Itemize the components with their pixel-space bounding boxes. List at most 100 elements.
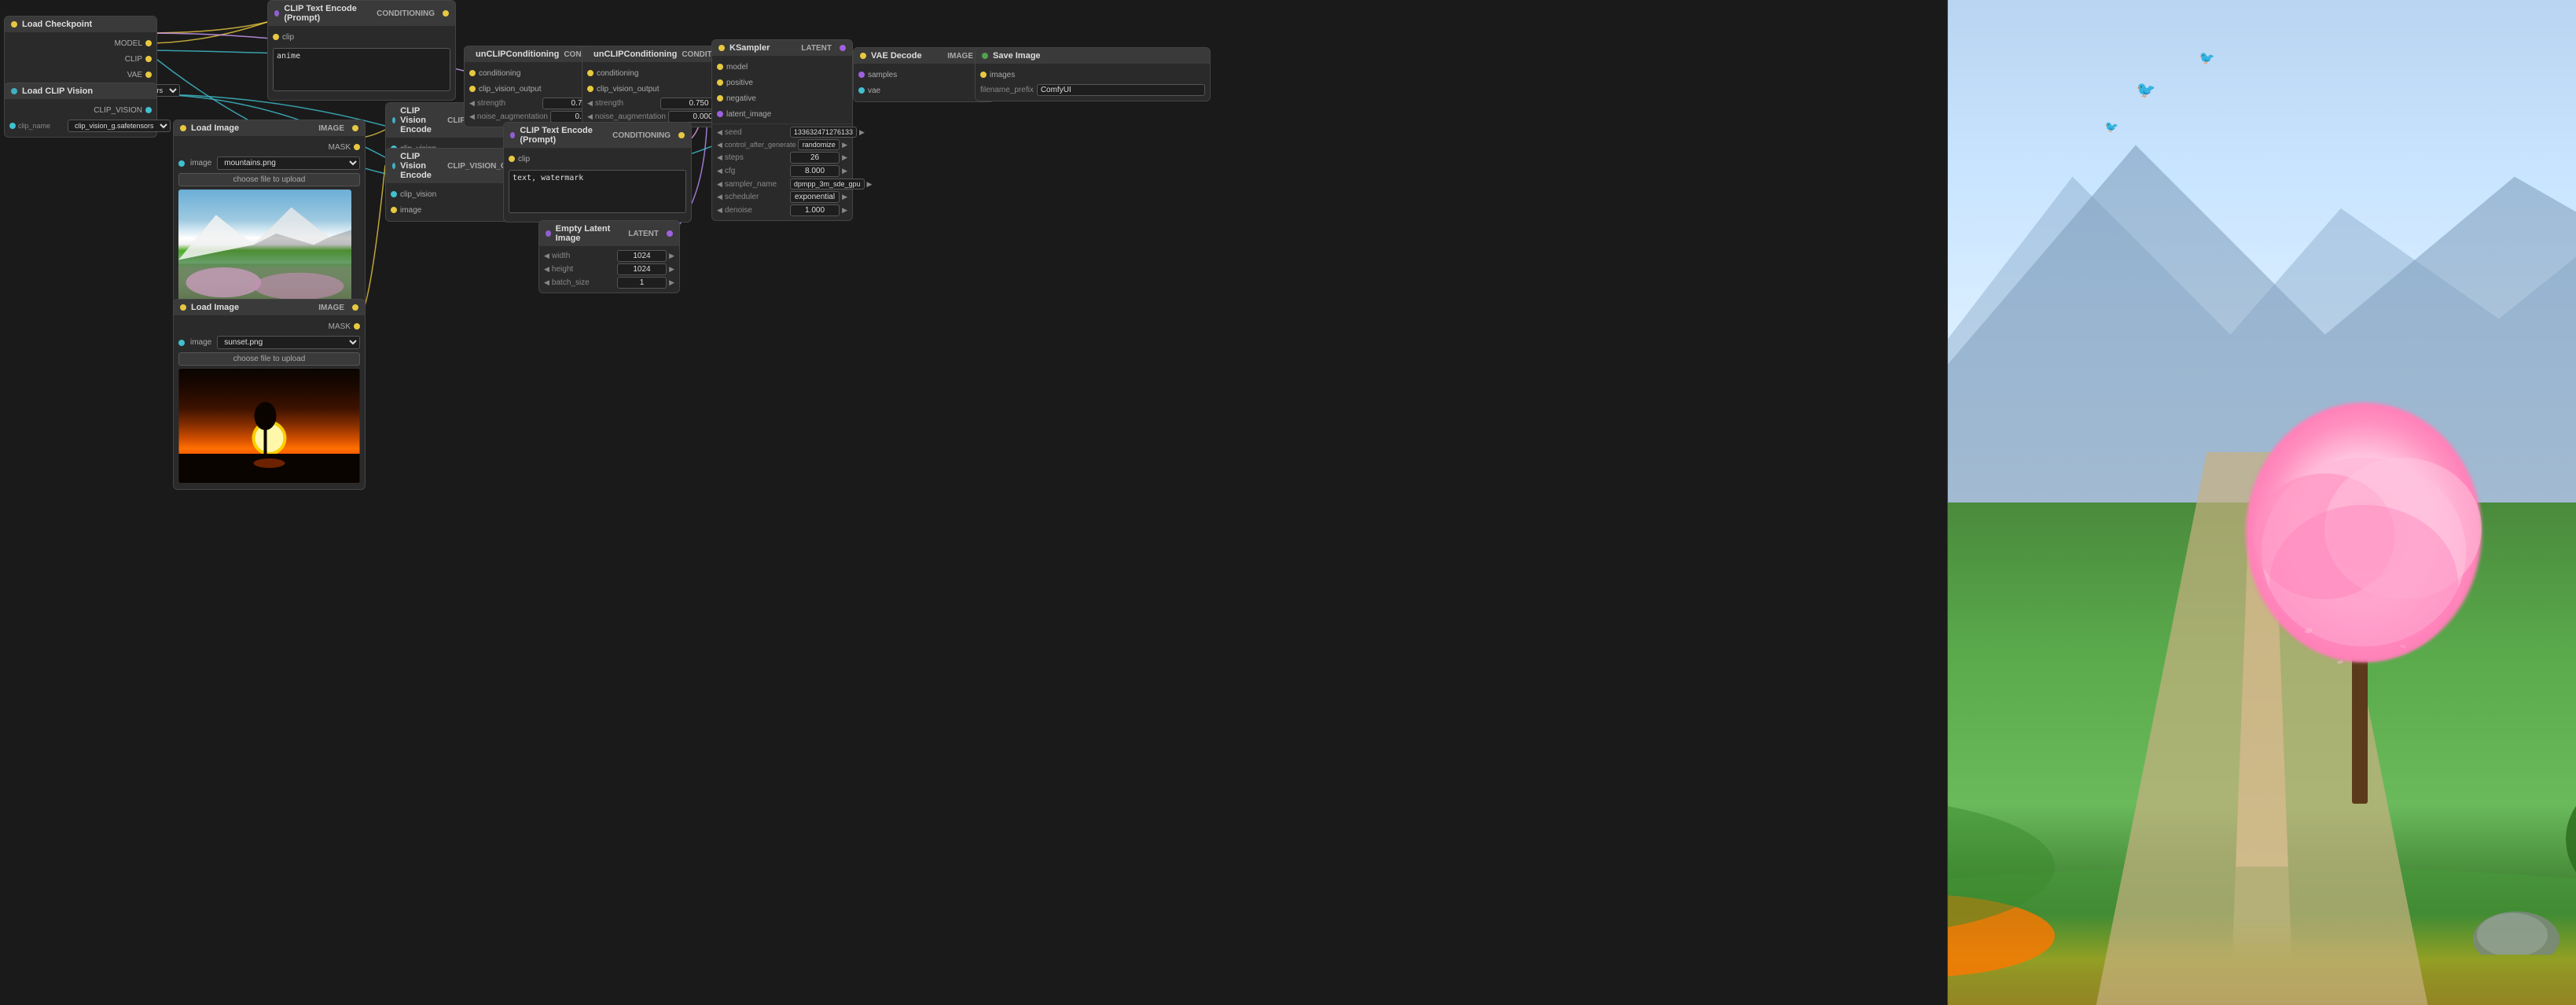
- filename-label: filename_prefix: [980, 86, 1034, 94]
- sampler-value[interactable]: dpmpp_3m_sde_gpu: [790, 179, 865, 190]
- choose-file-btn-2[interactable]: choose file to upload: [178, 352, 360, 366]
- cond-in-port-2[interactable]: [587, 70, 593, 76]
- noise-left-arrow-1[interactable]: ◀: [469, 112, 475, 121]
- vae-decode-title: VAE Decode: [871, 51, 922, 61]
- batch-row: ◀ batch_size 1 ▶: [539, 276, 679, 289]
- load-image-1-title: Load Image: [191, 123, 239, 133]
- cherry-tree: [2246, 410, 2482, 804]
- latent-out-label: LATENT: [801, 44, 832, 53]
- positive-in-row: positive: [712, 75, 852, 90]
- positive-in-port[interactable]: [717, 79, 723, 86]
- unclipcond-2-title: unCLIPConditioning: [593, 50, 677, 59]
- width-label: width: [552, 252, 615, 260]
- scheduler-value[interactable]: exponential: [790, 191, 840, 203]
- choose-file-btn-1[interactable]: choose file to upload: [178, 173, 360, 186]
- output-panel: 🐦 🐦 🐦: [1947, 0, 2576, 1005]
- images-in-port[interactable]: [980, 72, 987, 78]
- steps-value[interactable]: 26: [790, 152, 840, 164]
- clip-name-select[interactable]: clip_vision_g.safetensors: [68, 120, 171, 132]
- filename-input[interactable]: [1037, 84, 1205, 96]
- filename-prefix-field: filename_prefix: [976, 83, 1210, 98]
- strength-left-arrow-1[interactable]: ◀: [469, 99, 475, 108]
- image-in-port-cv2[interactable]: [391, 207, 397, 213]
- image-select-1[interactable]: mountains.png: [217, 156, 360, 170]
- seed-right[interactable]: ▶: [859, 128, 865, 137]
- model-in-port[interactable]: [717, 64, 723, 70]
- cond-in-port-1[interactable]: [469, 70, 476, 76]
- batch-value[interactable]: 1: [617, 277, 667, 289]
- height-value[interactable]: 1024: [617, 263, 667, 275]
- strength-label-1: strength: [477, 99, 540, 108]
- denoise-value[interactable]: 1.000: [790, 204, 840, 216]
- image-in-port-1[interactable]: [178, 160, 185, 167]
- node-load-clip-vision: Load CLIP Vision CLIP_VISION clip_name c…: [4, 83, 157, 138]
- node-load-image-1: Load Image IMAGE MASK image mountains.pn…: [173, 120, 366, 318]
- vae-output-row: VAE: [5, 67, 156, 83]
- clip-text-2-textarea[interactable]: text, watermark: [509, 170, 686, 213]
- load-checkpoint-header: Load Checkpoint: [5, 17, 156, 32]
- clip-text-1-textarea[interactable]: anime: [273, 48, 450, 91]
- clip-vision-in-port-2[interactable]: [391, 191, 397, 197]
- image-label-2: image: [190, 338, 211, 347]
- vae-in-port[interactable]: [858, 87, 865, 94]
- negative-in-port[interactable]: [717, 95, 723, 101]
- strength-left-arrow-2[interactable]: ◀: [587, 99, 593, 108]
- bird-1: 🐦: [2137, 80, 2156, 100]
- height-row: ◀ height 1024 ▶: [539, 263, 679, 276]
- clip-text-2-header: CLIP Text Encode (Prompt) CONDITIONING: [504, 123, 691, 148]
- seed-left[interactable]: ◀: [717, 128, 722, 137]
- samples-in-port[interactable]: [858, 72, 865, 78]
- seed-value[interactable]: 133632471276133: [790, 127, 857, 138]
- clip-in-label-1: clip: [282, 33, 294, 42]
- latent-in-port[interactable]: [717, 111, 723, 117]
- clip-vision-out-in-port-2[interactable]: [587, 86, 593, 92]
- image-out-port-1[interactable]: [352, 125, 358, 131]
- latent-out-port[interactable]: [840, 45, 846, 51]
- cfg-value[interactable]: 8.000: [790, 165, 840, 177]
- denoise-row: ◀ denoise 1.000 ▶: [712, 204, 852, 217]
- samples-in-row: samples: [854, 67, 994, 83]
- control-label: control_after_generate: [725, 141, 796, 149]
- clip-vision-out-port[interactable]: [145, 107, 152, 113]
- node-clip-text-encode-1: CLIP Text Encode (Prompt) CONDITIONING c…: [267, 0, 456, 101]
- images-in-row: images: [976, 67, 1210, 83]
- image-out-label-vae: IMAGE: [947, 52, 973, 61]
- vae-out-port[interactable]: [145, 72, 152, 78]
- clip-in-port-2[interactable]: [509, 156, 515, 162]
- vae-in-label: vae: [868, 87, 880, 95]
- model-output-row: MODEL: [5, 35, 156, 51]
- ksampler-title: KSampler: [729, 43, 770, 53]
- mask-out-port-1[interactable]: [354, 144, 360, 150]
- batch-label: batch_size: [552, 278, 615, 287]
- image-in-port-2[interactable]: [178, 340, 185, 346]
- clip-in-port-1[interactable]: [273, 34, 279, 40]
- clip-name-in-port[interactable]: [9, 123, 16, 129]
- negative-in-row: negative: [712, 90, 852, 106]
- load-image-1-body: MASK image mountains.png choose file to …: [174, 136, 365, 318]
- canvas: Load Checkpoint MODEL CLIP VAE ckpt_name: [0, 0, 2576, 1005]
- node-dot: [11, 88, 17, 94]
- empty-latent-body: ◀ width 1024 ▶ ◀ height 1024 ▶ ◀ batch_s…: [539, 246, 679, 293]
- noise-left-arrow-2[interactable]: ◀: [587, 112, 593, 121]
- control-value[interactable]: randomize: [798, 139, 840, 150]
- node-empty-latent: Empty Latent Image LATENT ◀ width 1024 ▶…: [538, 220, 680, 293]
- sampler-row: ◀ sampler_name dpmpp_3m_sde_gpu ▶: [712, 178, 852, 190]
- image-select-2[interactable]: sunset.png: [217, 336, 360, 349]
- cfg-label: cfg: [725, 167, 788, 175]
- node-save-image: Save Image images filename_prefix: [975, 47, 1211, 101]
- image-out-port-2[interactable]: [352, 304, 358, 311]
- clip-out-port[interactable]: [145, 56, 152, 62]
- model-port[interactable]: [145, 40, 152, 46]
- clip-vision-out-in-port-1[interactable]: [469, 86, 476, 92]
- latent-out-port-el[interactable]: [667, 230, 673, 237]
- model-label: MODEL: [114, 39, 142, 48]
- conditioning-out-port-2[interactable]: [678, 132, 685, 138]
- image-in-label-cv2: image: [400, 206, 421, 215]
- clip-text-2-title: CLIP Text Encode (Prompt): [520, 126, 608, 145]
- node-dot: [274, 10, 279, 17]
- conditioning-out-port[interactable]: [443, 10, 449, 17]
- mask-out-port-2[interactable]: [354, 323, 360, 329]
- clip-name-row: clip_name clip_vision_g.safetensors: [5, 118, 156, 134]
- width-value[interactable]: 1024: [617, 250, 667, 262]
- node-dot: [180, 304, 186, 311]
